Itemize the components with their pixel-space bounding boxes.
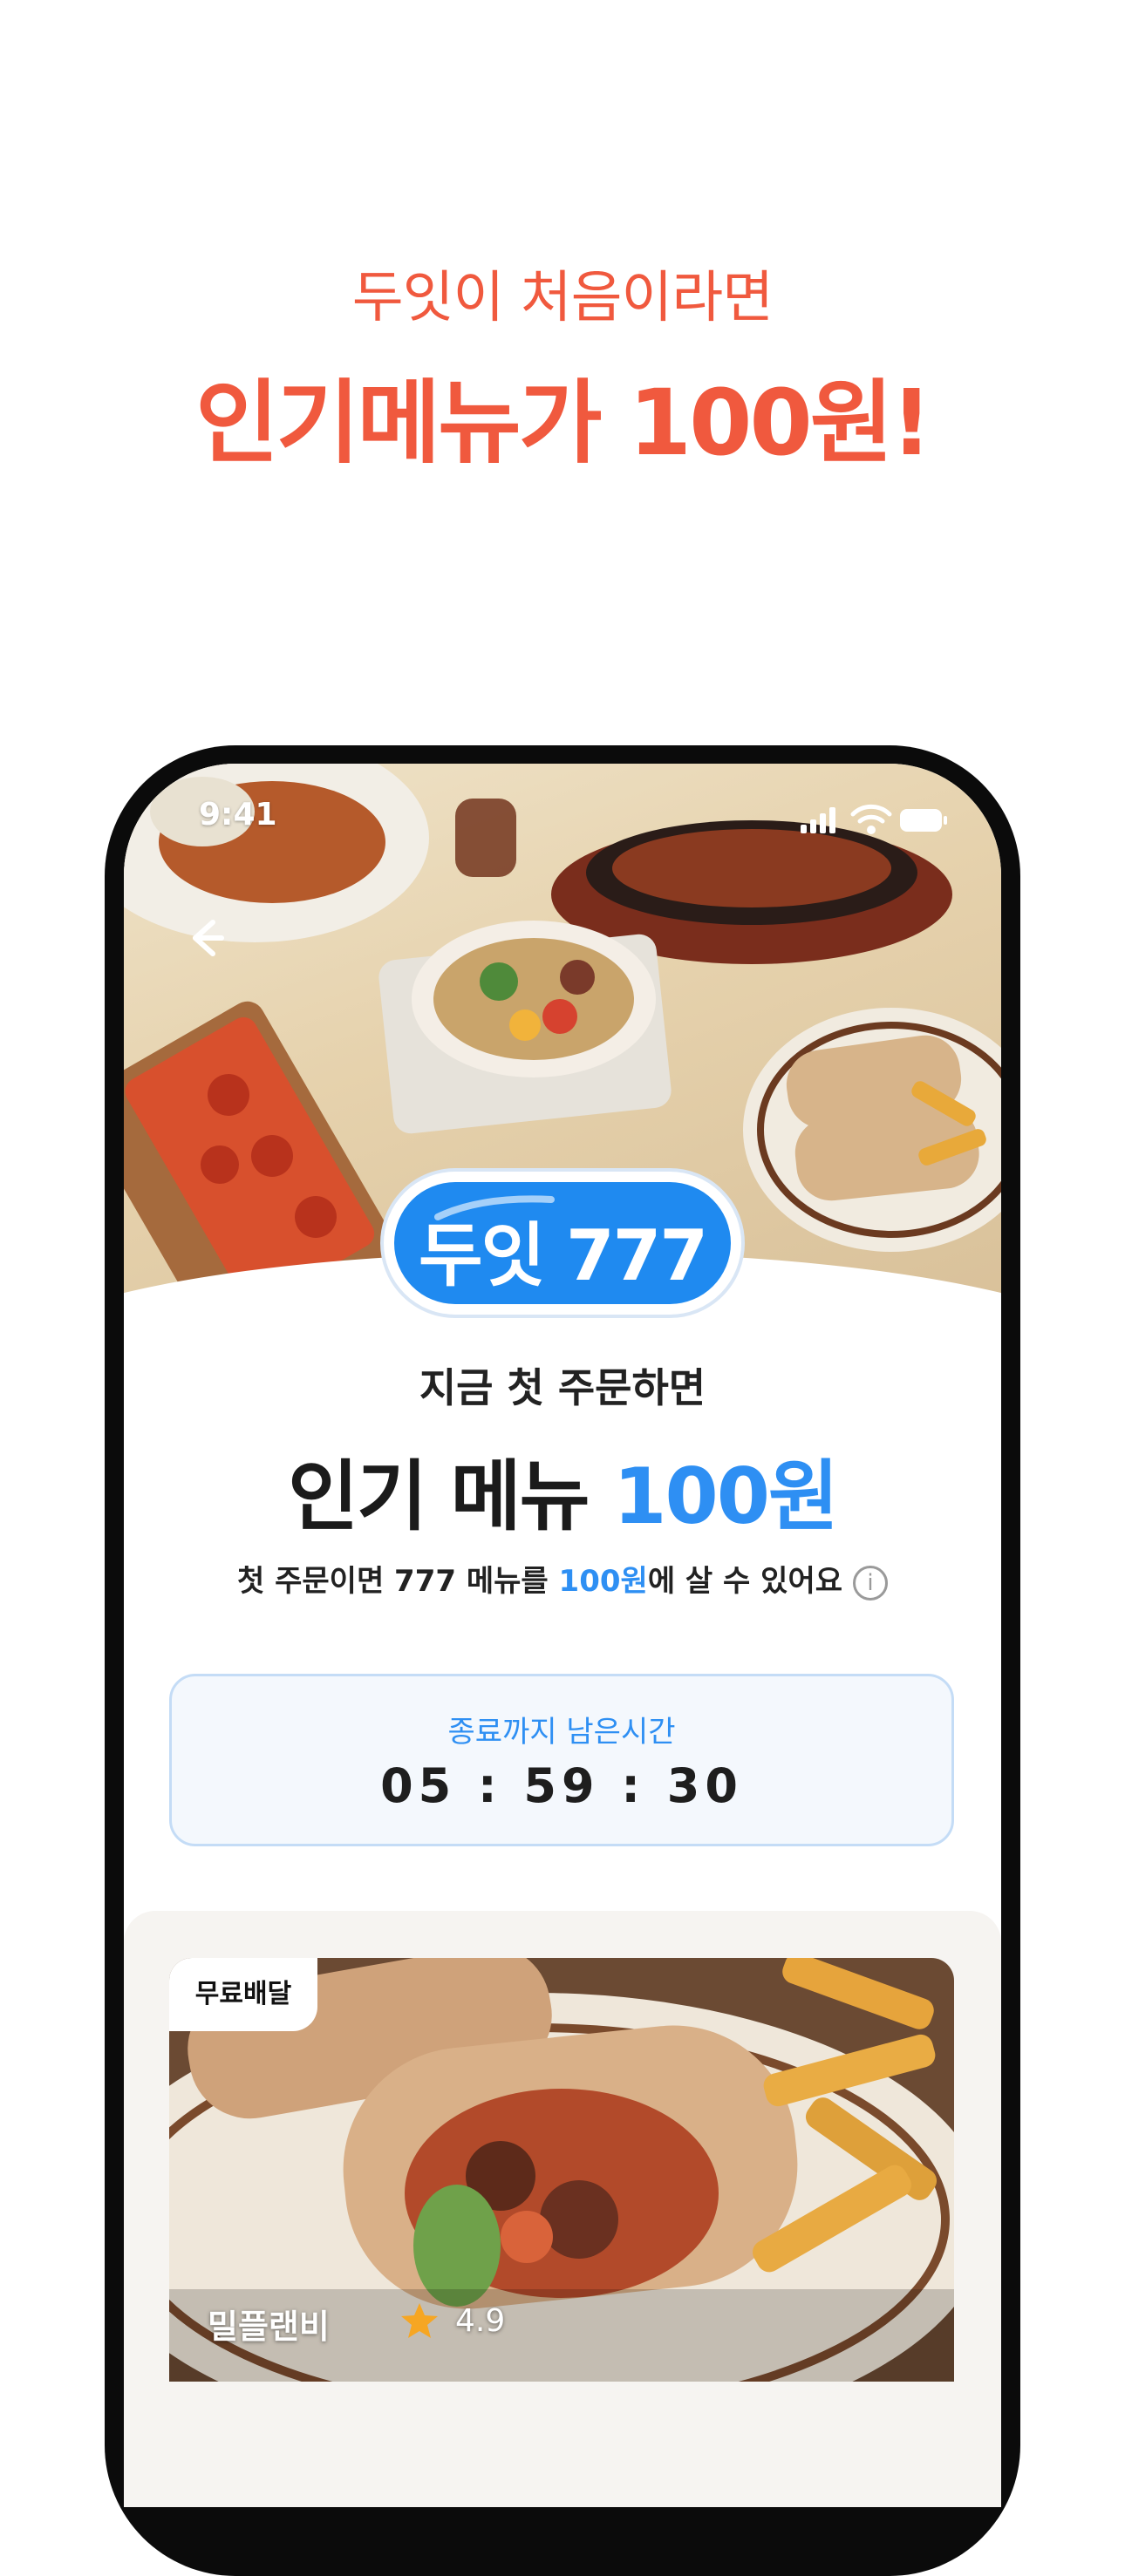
back-arrow-icon[interactable] — [178, 912, 230, 964]
app-screen: 9:41 두잇 777 지금 첫 주문하면 인기 메뉴 100원 첫 주문이면 … — [124, 764, 1001, 2507]
shop-name: 밀플랜비 — [208, 2308, 330, 2346]
menu-card[interactable]: 무료배달 밀플랜비 4.9 — [169, 1958, 954, 2382]
copy-title: 인기 메뉴 100원 — [124, 1435, 1001, 1546]
timer-label: 종료까지 남은시간 — [447, 1715, 676, 1750]
wifi-icon — [850, 804, 892, 834]
star-icon — [401, 2303, 438, 2338]
copy-desc-highlight: 100원 — [558, 1564, 648, 1599]
status-icons — [792, 802, 949, 837]
copy-subtitle: 지금 첫 주문하면 — [419, 1364, 706, 1411]
copy-description: 첫 주문이면 777 메뉴를 100원에 살 수 있어요 i — [124, 1557, 1001, 1601]
timer-value: 05 : 59 : 30 — [380, 1758, 743, 1813]
countdown-timer: 종료까지 남은시간 05 : 59 : 30 — [169, 1674, 954, 1846]
copy-title-highlight: 100원 — [613, 1451, 839, 1541]
status-bar: 9:41 — [124, 797, 1001, 840]
free-delivery-badge: 무료배달 — [169, 1958, 317, 2031]
promo-title: 인기메뉴가 100원! — [195, 370, 932, 476]
info-icon[interactable]: i — [853, 1565, 889, 1601]
status-time: 9:41 — [199, 797, 277, 833]
copy-desc-prefix: 첫 주문이면 777 메뉴를 — [236, 1564, 559, 1599]
copy-title-prefix: 인기 메뉴 — [288, 1451, 614, 1541]
rating-value: 4.9 — [455, 2303, 506, 2339]
badge-text: 두잇 777 — [418, 1215, 708, 1296]
promo-subtitle: 두잇이 처음이라면 — [351, 266, 774, 330]
copy-desc-suffix: 에 살 수 있어요 — [647, 1564, 843, 1599]
battery-icon — [900, 809, 947, 832]
doit777-badge: 두잇 777 — [377, 1165, 748, 1322]
